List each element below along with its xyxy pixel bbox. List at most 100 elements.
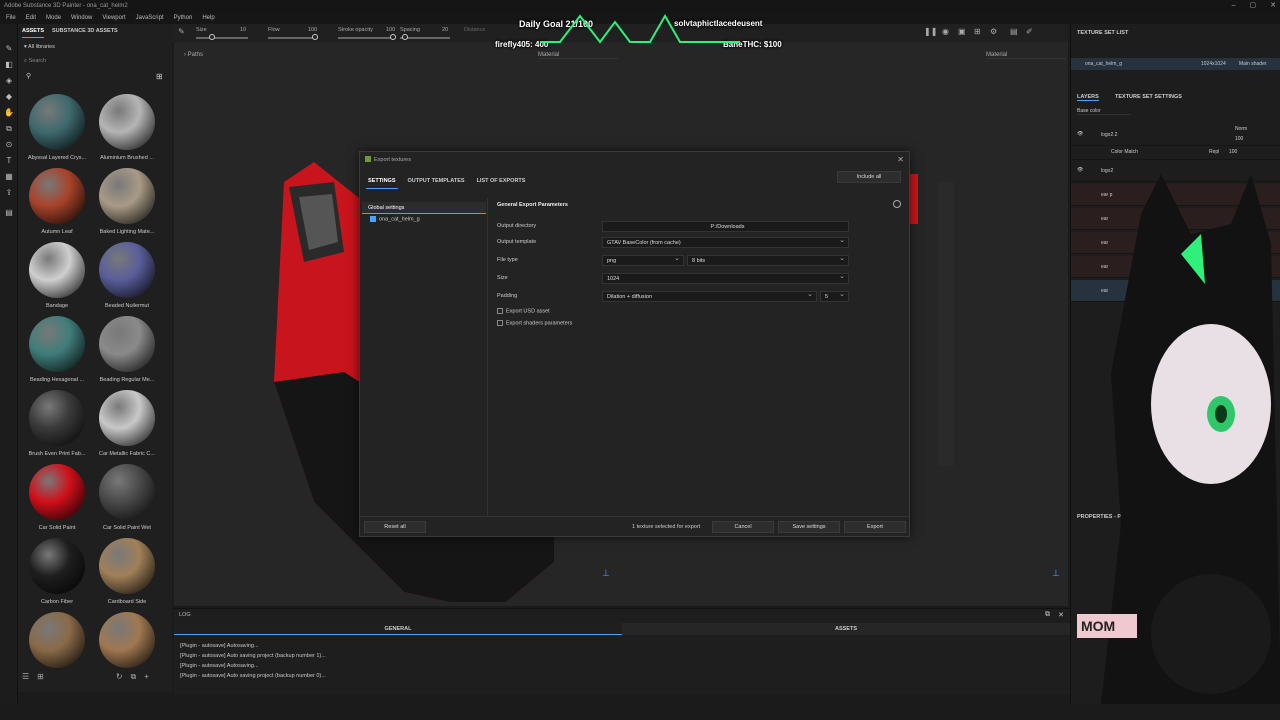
close-icon[interactable]: ✕ bbox=[1270, 0, 1276, 12]
viewport-material-left[interactable]: Material bbox=[538, 52, 618, 59]
size-slider[interactable] bbox=[196, 37, 248, 39]
grid-view-icon[interactable]: ⊞ bbox=[156, 72, 163, 81]
camera-icon[interactable]: ◉ bbox=[942, 27, 949, 36]
library-selector[interactable]: ▾ All libraries bbox=[24, 44, 55, 50]
tab-layers[interactable]: LAYERS bbox=[1077, 94, 1099, 101]
tab-output-templates[interactable]: OUTPUT TEMPLATES bbox=[406, 176, 467, 189]
material-thumbnail[interactable]: Autumn Leaf bbox=[22, 168, 92, 235]
add-icon[interactable]: + bbox=[144, 672, 149, 686]
flow-slider-handle[interactable] bbox=[312, 34, 318, 40]
material-thumbnail[interactable]: Bandage bbox=[22, 242, 92, 309]
projection-icon[interactable]: ◈ bbox=[4, 76, 14, 86]
geometry-fill-icon[interactable]: ◆ bbox=[4, 92, 14, 102]
material-thumbnail[interactable]: Aluminium Brushed ... bbox=[92, 94, 162, 161]
output-directory-field[interactable]: P:/Downloads bbox=[602, 221, 849, 232]
export-shaders-checkbox[interactable] bbox=[497, 320, 503, 326]
material-thumbnail[interactable]: Car Solid Paint Wet bbox=[92, 464, 162, 531]
menu-help[interactable]: Help bbox=[202, 12, 214, 24]
export-shaders-option[interactable]: Export shaders parameters bbox=[497, 320, 572, 326]
shelf-icon[interactable]: ▤ bbox=[1010, 27, 1018, 36]
paths-label[interactable]: › Paths bbox=[184, 52, 203, 58]
export-icon[interactable]: ⇪ bbox=[4, 188, 14, 198]
spacing-slider-handle[interactable] bbox=[402, 34, 408, 40]
material-thumbnail[interactable]: Beading Hexagonal ... bbox=[22, 316, 92, 383]
size-dropdown[interactable]: 1024 bbox=[602, 272, 849, 284]
texture-set-checkbox[interactable] bbox=[370, 216, 376, 222]
viewport-material-right[interactable]: Material bbox=[986, 52, 1066, 59]
assets-search-input[interactable]: ⌕ Search bbox=[24, 58, 164, 68]
layer-row[interactable]: 👁 logo2.2 Norm 100 bbox=[1071, 124, 1280, 146]
material-thumbnail[interactable]: Carbon Fiber bbox=[22, 538, 92, 605]
tab-settings[interactable]: SETTINGS bbox=[366, 176, 398, 189]
material-thumbnail[interactable]: Baked Lighting Mate... bbox=[92, 168, 162, 235]
texture-set-item[interactable]: ona_cat_helm_g bbox=[370, 216, 420, 222]
flow-value[interactable]: 100 bbox=[308, 27, 317, 33]
global-settings-item[interactable]: Global settings bbox=[362, 202, 486, 214]
undock-icon[interactable]: ⧉ bbox=[1045, 611, 1050, 619]
log-close-icon[interactable]: ✕ bbox=[1058, 611, 1064, 619]
export-button[interactable]: Export bbox=[844, 521, 906, 533]
settings-icon[interactable]: ⚙ bbox=[990, 27, 997, 36]
bake-icon[interactable]: ▦ bbox=[4, 172, 14, 182]
paint-icon[interactable]: ✐ bbox=[1026, 27, 1033, 36]
reset-all-button[interactable]: Reset all bbox=[364, 521, 426, 533]
cancel-button[interactable]: Cancel bbox=[712, 521, 774, 533]
visibility-icon[interactable]: 👁 bbox=[1077, 167, 1083, 173]
picker-icon[interactable]: ⊙ bbox=[4, 140, 14, 150]
texture-set-row[interactable]: ona_cat_helm_g 1024x1024 Main shader bbox=[1071, 58, 1280, 70]
layer-blend[interactable]: Norm bbox=[1235, 126, 1247, 132]
material-thumbnail[interactable]: Cardboard Side bbox=[92, 538, 162, 605]
eraser-icon[interactable]: ◧ bbox=[4, 60, 14, 70]
material-thumbnail[interactable]: Beaded Nuilermut bbox=[92, 242, 162, 309]
list-view-icon[interactable]: ☰ bbox=[22, 672, 29, 686]
material-thumbnail[interactable]: Abyssal Layered Crys... bbox=[22, 94, 92, 161]
material-thumbnail[interactable]: Brush Even Print Fab... bbox=[22, 390, 92, 457]
tab-log-assets[interactable]: ASSETS bbox=[622, 623, 1070, 635]
info-icon[interactable] bbox=[893, 200, 901, 208]
material-thumbnail[interactable]: Beading Regular Me... bbox=[92, 316, 162, 383]
export-usd-option[interactable]: Export USD asset bbox=[497, 308, 550, 314]
visibility-icon[interactable]: 👁 bbox=[1077, 131, 1083, 137]
menu-viewport[interactable]: Viewport bbox=[102, 12, 125, 24]
filter-icon[interactable]: ⚲ bbox=[26, 72, 31, 80]
channel-dropdown[interactable]: Base color bbox=[1077, 108, 1131, 115]
maximize-icon[interactable]: ▢ bbox=[1250, 0, 1257, 12]
smudge-icon[interactable]: ✋ bbox=[4, 108, 14, 118]
effect-blend[interactable]: Repl bbox=[1209, 149, 1219, 155]
grid-icon[interactable]: ⊞ bbox=[974, 27, 981, 36]
paint-brush-icon[interactable]: ✎ bbox=[4, 44, 14, 54]
stroke-opacity-slider[interactable] bbox=[338, 37, 394, 39]
effect-opacity[interactable]: 100 bbox=[1229, 149, 1237, 155]
menu-edit[interactable]: Edit bbox=[26, 12, 36, 24]
pause-icon[interactable]: ❚❚ bbox=[924, 27, 937, 36]
texture-set-shader[interactable]: Main shader bbox=[1239, 58, 1267, 70]
material-thumbnail[interactable]: Car Solid Paint bbox=[22, 464, 92, 531]
bit-depth-dropdown[interactable]: 8 bits bbox=[687, 254, 849, 266]
brush-icon[interactable]: ✎ bbox=[178, 27, 185, 36]
text-tool-icon[interactable]: T bbox=[4, 156, 14, 166]
stroke-opacity-slider-handle[interactable] bbox=[390, 34, 396, 40]
menu-window[interactable]: Window bbox=[71, 12, 92, 24]
dialog-close-icon[interactable]: ✕ bbox=[897, 155, 904, 164]
material-thumbnail[interactable]: Car Metallic Fabric C... bbox=[92, 390, 162, 457]
padding-dropdown[interactable]: Dilation + diffusion bbox=[602, 290, 817, 302]
save-settings-button[interactable]: Save settings bbox=[778, 521, 840, 533]
material-thumbnail[interactable] bbox=[22, 612, 92, 673]
tab-list-of-exports[interactable]: LIST OF EXPORTS bbox=[475, 176, 528, 189]
file-type-dropdown[interactable]: png bbox=[602, 254, 684, 266]
material-thumbnail[interactable] bbox=[92, 612, 162, 673]
include-all-button[interactable]: Include all bbox=[837, 171, 901, 183]
padding-amount-dropdown[interactable]: 5 bbox=[820, 290, 849, 302]
flow-slider[interactable] bbox=[268, 37, 318, 39]
assets-icon[interactable]: ▤ bbox=[4, 208, 14, 218]
spacing-value[interactable]: 20 bbox=[442, 27, 448, 33]
tab-substance-assets[interactable]: SUBSTANCE 3D ASSETS bbox=[52, 24, 118, 38]
minimize-icon[interactable]: – bbox=[1232, 0, 1236, 12]
stroke-opacity-value[interactable]: 100 bbox=[386, 27, 395, 33]
size-slider-handle[interactable] bbox=[209, 34, 215, 40]
clone-icon[interactable]: ⧉ bbox=[4, 124, 14, 134]
menu-mode[interactable]: Mode bbox=[46, 12, 61, 24]
tab-general[interactable]: GENERAL bbox=[174, 623, 622, 635]
display-icon[interactable]: ▣ bbox=[958, 27, 966, 36]
export-usd-checkbox[interactable] bbox=[497, 308, 503, 314]
